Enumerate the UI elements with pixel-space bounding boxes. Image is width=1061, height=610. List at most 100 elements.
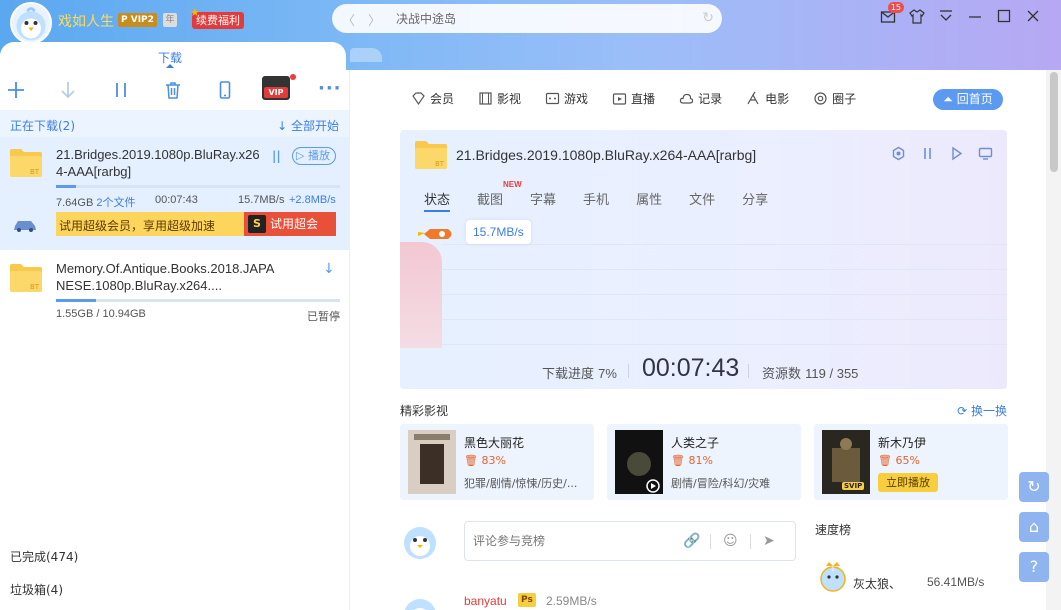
phone-button[interactable] xyxy=(215,80,235,105)
tab-download[interactable]: 下载 xyxy=(0,42,346,70)
add-task-button[interactable] xyxy=(6,80,26,105)
nav-item-movie[interactable]: 电影 xyxy=(746,90,789,107)
search-input[interactable] xyxy=(396,9,676,28)
menu-dropdown-icon xyxy=(940,10,952,21)
pause-button[interactable] xyxy=(111,80,131,105)
annual-badge: 年 xyxy=(163,13,177,27)
super-vip-icon: S xyxy=(248,215,266,233)
comment-user-name[interactable]: banyatu xyxy=(464,594,507,608)
download-task-item[interactable]: BT 21.Bridges.2019.1080p.BluRay.x264-AAA… xyxy=(0,137,350,250)
close-icon xyxy=(1027,10,1039,22)
tab-subtitle[interactable]: 字幕 xyxy=(530,189,556,212)
movie-poster[interactable] xyxy=(408,430,456,494)
nav-item-live[interactable]: 直播 xyxy=(612,90,655,107)
tab-screenshot-label: 截图 xyxy=(477,193,504,208)
home-float-button[interactable]: ⌂ xyxy=(1019,512,1049,542)
movie-card[interactable]: SVIP 新木乃伊 🗑 65% 立即播放 xyxy=(814,424,1008,500)
more-button[interactable]: ··· xyxy=(318,78,342,99)
task-pause-icon[interactable]: || xyxy=(272,149,281,163)
new-badge: NEW xyxy=(503,180,522,189)
movie-card[interactable]: 人类之子 🗑 81% 剧情/冒险/科幻/灾难 xyxy=(607,424,801,500)
live-icon xyxy=(612,93,627,105)
delete-button[interactable] xyxy=(163,80,183,105)
speed-promo-bar[interactable]: 试用超级会员，享用超级加速 S 试用超会 xyxy=(56,212,336,236)
comment-user-avatar[interactable] xyxy=(400,593,440,610)
username[interactable]: 戏如人生 xyxy=(58,11,114,31)
back-arrow-icon[interactable]: 〈 xyxy=(342,10,355,29)
more-dots-icon: ··· xyxy=(318,78,342,99)
tab-share[interactable]: 分享 xyxy=(742,189,768,212)
play-now-button[interactable]: 立即播放 xyxy=(878,473,938,492)
car-icon xyxy=(14,221,36,232)
menu-button[interactable] xyxy=(938,8,954,24)
movie-poster[interactable] xyxy=(615,430,663,494)
rank-user-avatar[interactable]: 1 xyxy=(817,560,849,592)
pause-icon xyxy=(116,83,126,97)
nav-item-video[interactable]: 影视 xyxy=(478,90,521,107)
link-icon[interactable]: 🔗 xyxy=(683,533,700,549)
circle-icon xyxy=(814,92,827,105)
tab-status[interactable]: 状态 xyxy=(424,189,451,212)
completed-link[interactable]: 已完成(474) xyxy=(10,548,78,565)
notification-count: 15 xyxy=(887,2,904,13)
search-bar: 〈 〉 ↻ xyxy=(332,4,722,33)
tab-files[interactable]: 文件 xyxy=(689,189,715,212)
rank-user-name[interactable]: 灰太狼、 xyxy=(853,575,901,592)
task-resume-icon[interactable]: ↓ xyxy=(323,261,335,277)
send-icon[interactable]: ➤ xyxy=(763,533,775,549)
nav-item-circle[interactable]: 圈子 xyxy=(813,90,856,107)
speed-area xyxy=(400,242,442,348)
try-super-vip-button[interactable]: S 试用超会 xyxy=(244,212,336,236)
my-avatar xyxy=(404,527,436,559)
emoji-icon[interactable]: ☺ xyxy=(723,533,738,549)
movie-card[interactable]: 黑色大丽花 🗑 83% 犯罪/剧情/惊悚/历史/... xyxy=(400,424,594,500)
pause-icon[interactable] xyxy=(920,146,935,161)
start-all-button[interactable]: ↓ 全部开始 xyxy=(277,117,339,134)
maximize-button[interactable] xyxy=(996,8,1012,24)
trash-link[interactable]: 垃圾箱(4) xyxy=(10,581,63,598)
forward-arrow-icon[interactable]: 〉 xyxy=(368,10,381,29)
nav-label: 游戏 xyxy=(564,92,589,106)
nav-item-record[interactable]: 记录 xyxy=(679,90,722,107)
download-task-item[interactable]: BT Memory.Of.Antique.Books.2018.JAPANESE… xyxy=(0,250,350,330)
back-home-button[interactable]: ⏶ 回首页 xyxy=(933,89,1003,110)
movie-title: 黑色大丽花 xyxy=(464,436,525,450)
refresh-label: 换一换 xyxy=(970,404,1007,418)
message-button[interactable]: 15 xyxy=(880,2,904,24)
resources-stat: 资源数 119 / 355 xyxy=(762,363,858,382)
tab-secondary[interactable] xyxy=(350,48,382,62)
minimize-button[interactable] xyxy=(967,8,983,24)
vip-level-badge: P VIP2 xyxy=(118,13,157,27)
cloud-icon xyxy=(679,93,694,104)
help-float-button[interactable]: ? xyxy=(1019,552,1049,582)
nav-item-game[interactable]: 游戏 xyxy=(545,90,588,107)
scrollbar-thumb[interactable] xyxy=(1050,72,1058,172)
close-button[interactable] xyxy=(1025,8,1041,24)
tv-icon[interactable] xyxy=(978,146,993,161)
tab-phone[interactable]: 手机 xyxy=(583,189,609,212)
task-play-button[interactable]: ▷ 播放 xyxy=(292,147,336,165)
tab-properties[interactable]: 属性 xyxy=(636,189,662,212)
refresh-float-button[interactable]: ↻ xyxy=(1019,472,1049,502)
downloading-count[interactable]: 正在下载(2) xyxy=(10,117,75,134)
start-button[interactable] xyxy=(58,80,78,105)
tab-screenshot[interactable]: 截图 NEW xyxy=(477,180,522,212)
tab-caret-icon xyxy=(166,64,174,68)
refresh-button[interactable]: ⟳ 换一换 xyxy=(957,402,1007,419)
bt-folder-icon: BT xyxy=(10,262,42,292)
detail-stats: 下载进度 7% 00:07:43 资源数 119 / 355 xyxy=(400,354,1007,384)
play-icon[interactable] xyxy=(949,146,964,161)
task-eta: 00:07:43 xyxy=(155,194,198,206)
vip-film-button[interactable]: VIP xyxy=(262,74,296,100)
task-files[interactable]: 2个文件 xyxy=(96,197,135,209)
comment-input[interactable] xyxy=(473,534,663,548)
recycle-icon[interactable] xyxy=(891,146,906,161)
nav-item-vip[interactable]: 会员 xyxy=(411,90,454,107)
refresh-icon[interactable]: ↻ xyxy=(702,10,714,26)
renew-label: 续费福利 xyxy=(196,14,240,27)
divider xyxy=(710,534,711,549)
renew-benefit-button[interactable]: ★ 续费福利 xyxy=(190,6,244,29)
user-avatar[interactable] xyxy=(10,2,52,44)
skin-button[interactable] xyxy=(909,8,925,24)
diamond-icon xyxy=(412,92,425,106)
